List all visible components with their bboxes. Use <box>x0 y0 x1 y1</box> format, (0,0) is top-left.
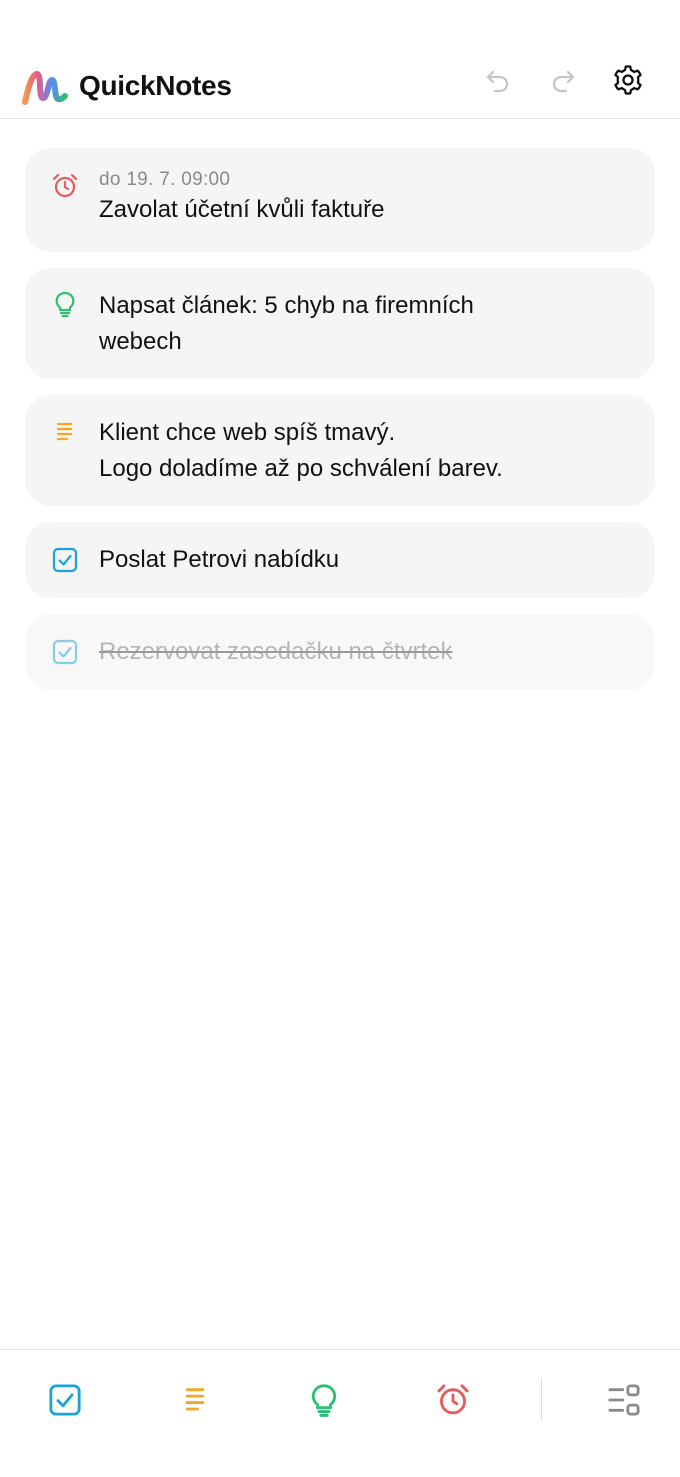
note-card-task[interactable]: Poslat Petrovi nabídku <box>25 522 655 598</box>
alarm-clock-icon <box>437 1384 469 1415</box>
undo-button[interactable] <box>476 58 520 102</box>
app-header: QuickNotes <box>0 0 680 119</box>
undo-icon <box>486 70 509 93</box>
note-card-idea[interactable]: Napsat článek: 5 chyb na firemních webec… <box>25 268 655 379</box>
bottom-toolbar <box>0 1349 680 1477</box>
view-layout-icon <box>608 1384 640 1416</box>
note-text: Napsat článek: 5 chyb na firemních webec… <box>99 292 474 355</box>
note-text: Klient chce web spíš tmavý. Logo doladím… <box>99 419 503 482</box>
new-task-button[interactable] <box>35 1378 95 1422</box>
lightbulb-icon <box>311 1384 337 1417</box>
app-title: QuickNotes <box>79 70 232 101</box>
note-text: Zavolat účetní kvůli faktuře <box>99 196 385 223</box>
checkbox-icon[interactable] <box>51 546 79 574</box>
quicknotes-logo-icon <box>22 71 68 105</box>
note-card-task-done[interactable]: Rezervovat zasedačku na čtvrtek <box>25 614 655 690</box>
checkbox-icon[interactable] <box>51 638 79 666</box>
redo-icon <box>552 70 575 93</box>
new-idea-button[interactable] <box>294 1378 354 1422</box>
notes-list: do 19. 7. 09:00 Zavolat účetní kvůli fak… <box>25 148 655 706</box>
reminder-due-date: do 19. 7. 09:00 <box>99 169 231 190</box>
gear-icon <box>614 65 642 95</box>
note-card-reminder[interactable]: do 19. 7. 09:00 Zavolat účetní kvůli fak… <box>25 148 655 252</box>
toolbar-divider <box>541 1378 542 1420</box>
note-card-text[interactable]: Klient chce web spíš tmavý. Logo doladím… <box>25 395 655 506</box>
settings-button[interactable] <box>606 58 650 102</box>
lightbulb-icon <box>51 290 79 318</box>
view-options-button[interactable] <box>594 1378 654 1422</box>
lines-icon <box>51 418 79 446</box>
redo-button[interactable] <box>541 58 585 102</box>
task-text: Rezervovat zasedačku na čtvrtek <box>99 638 453 665</box>
alarm-clock-icon <box>51 172 79 200</box>
new-note-button[interactable] <box>165 1378 225 1422</box>
checkbox-icon <box>49 1384 81 1416</box>
lines-icon <box>185 1388 205 1411</box>
new-reminder-button[interactable] <box>423 1378 483 1422</box>
task-text: Poslat Petrovi nabídku <box>99 546 340 573</box>
